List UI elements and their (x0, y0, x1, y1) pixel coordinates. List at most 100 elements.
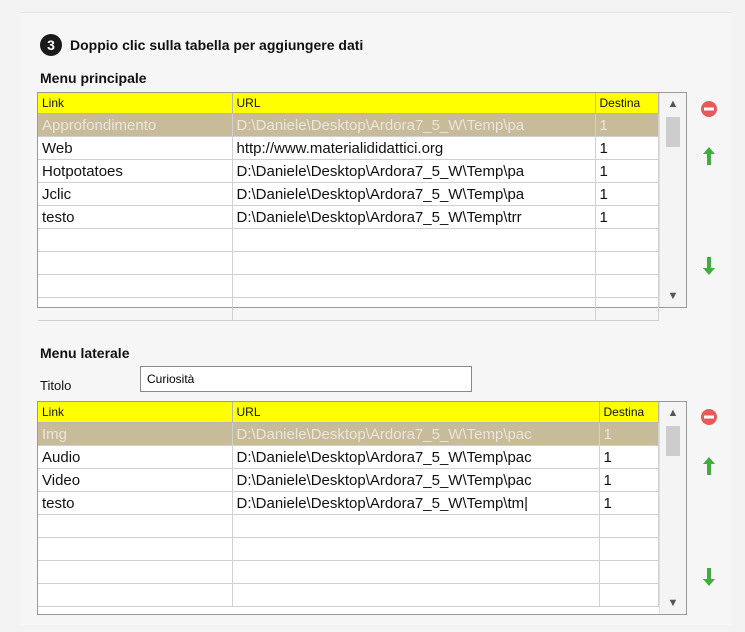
column-header-url[interactable]: URL (232, 402, 600, 423)
cell-url[interactable] (232, 297, 596, 321)
delete-row-button[interactable] (698, 406, 720, 428)
titolo-label: Titolo (40, 378, 72, 393)
cell-link[interactable]: Approfondimento (38, 113, 233, 137)
column-header-link[interactable]: Link (38, 93, 233, 114)
cell-link[interactable]: Hotpotatoes (38, 159, 233, 183)
cell-link[interactable]: Video (38, 468, 233, 492)
table-row[interactable]: Jclic D:\Daniele\Desktop\Ardora7_5_W\Temp… (38, 182, 659, 206)
cell-url[interactable] (232, 560, 600, 584)
arrow-down-icon (703, 257, 715, 275)
cell-destina[interactable]: 1 (599, 445, 659, 469)
cell-destina[interactable] (599, 537, 659, 561)
scroll-up-icon[interactable]: ▲ (660, 402, 686, 424)
table-row[interactable]: Video D:\Daniele\Desktop\Ardora7_5_W\Temp… (38, 468, 659, 492)
column-header-url[interactable]: URL (232, 93, 596, 114)
table-row[interactable]: Audio D:\Daniele\Desktop\Ardora7_5_W\Temp… (38, 445, 659, 469)
cell-destina[interactable] (595, 228, 659, 252)
step-header: 3 Doppio clic sulla tabella per aggiunge… (40, 34, 363, 56)
cell-destina[interactable]: 1 (599, 468, 659, 492)
move-up-button[interactable] (698, 145, 720, 167)
cell-url[interactable]: D:\Daniele\Desktop\Ardora7_5_W\Temp\pac (232, 422, 600, 446)
table-row[interactable]: Img D:\Daniele\Desktop\Ardora7_5_W\Temp\p… (38, 422, 659, 446)
cell-destina[interactable] (595, 297, 659, 321)
cell-destina[interactable]: 1 (595, 205, 659, 229)
menu-laterale-grid[interactable]: Link URL Destina Img D:\Daniele\Desktop\A… (37, 401, 687, 615)
cell-destina[interactable]: 1 (595, 113, 659, 137)
cell-destina[interactable] (599, 514, 659, 538)
cell-url[interactable]: D:\Daniele\Desktop\Ardora7_5_W\Temp\pa (232, 113, 596, 137)
cell-link[interactable] (38, 560, 233, 584)
vertical-scrollbar[interactable]: ▲ ▼ (659, 402, 686, 614)
titolo-input[interactable]: Curiosità (140, 366, 472, 392)
table-row[interactable]: testo D:\Daniele\Desktop\Ardora7_5_W\Temp… (38, 491, 659, 515)
table-row[interactable]: Web http://www.materialididattici.org 1 (38, 136, 659, 160)
cell-link[interactable]: Audio (38, 445, 233, 469)
step-instruction: Doppio clic sulla tabella per aggiungere… (70, 37, 364, 53)
column-header-destina[interactable]: Destina (595, 93, 659, 114)
cell-url[interactable] (232, 583, 600, 607)
cell-destina[interactable]: 1 (599, 422, 659, 446)
table-row[interactable]: Hotpotatoes D:\Daniele\Desktop\Ardora7_5_… (38, 159, 659, 183)
cell-link[interactable] (38, 228, 233, 252)
cell-link[interactable] (38, 251, 233, 275)
menu-laterale-table[interactable]: Link URL Destina Img D:\Daniele\Desktop\A… (38, 402, 659, 607)
delete-icon (701, 101, 717, 117)
scroll-down-icon[interactable]: ▼ (660, 592, 686, 614)
table-row[interactable] (38, 251, 659, 275)
column-header-link[interactable]: Link (38, 402, 233, 423)
cell-link[interactable]: testo (38, 205, 233, 229)
table-row[interactable]: Approfondimento D:\Daniele\Desktop\Ardora… (38, 113, 659, 137)
vertical-scrollbar[interactable]: ▲ ▼ (659, 93, 686, 307)
scroll-thumb[interactable] (666, 426, 680, 456)
scroll-down-icon[interactable]: ▼ (660, 285, 686, 307)
cell-link[interactable] (38, 297, 233, 321)
table-row[interactable] (38, 274, 659, 298)
cell-url[interactable]: http://www.materialididattici.org (232, 136, 596, 160)
cell-url[interactable] (232, 251, 596, 275)
cell-url[interactable] (232, 228, 596, 252)
cell-url[interactable]: D:\Daniele\Desktop\Ardora7_5_W\Temp\pac (232, 468, 600, 492)
cell-link[interactable] (38, 514, 233, 538)
cell-url[interactable] (232, 537, 600, 561)
menu-principale-grid[interactable]: Link URL Destina Approfondimento D:\Danie… (37, 92, 687, 321)
cell-url[interactable] (232, 514, 600, 538)
table-row[interactable] (38, 297, 659, 321)
table-row[interactable]: testo D:\Daniele\Desktop\Ardora7_5_W\Temp… (38, 205, 659, 229)
cell-destina[interactable]: 1 (599, 491, 659, 515)
cell-url[interactable]: D:\Daniele\Desktop\Ardora7_5_W\Temp\pac (232, 445, 600, 469)
table-row[interactable] (38, 560, 659, 584)
menu-laterale-title: Menu laterale (40, 345, 130, 361)
cell-url[interactable]: D:\Daniele\Desktop\Ardora7_5_W\Temp\trr (232, 205, 596, 229)
cell-link[interactable] (38, 583, 233, 607)
cell-url[interactable]: D:\Daniele\Desktop\Ardora7_5_W\Temp\pa (232, 159, 596, 183)
table-row[interactable] (38, 537, 659, 561)
cell-url[interactable]: D:\Daniele\Desktop\Ardora7_5_W\Temp\tm| (232, 491, 600, 515)
cell-url[interactable]: D:\Daniele\Desktop\Ardora7_5_W\Temp\pa (232, 182, 596, 206)
cell-destina[interactable]: 1 (595, 159, 659, 183)
column-header-destina[interactable]: Destina (599, 402, 659, 423)
table-row[interactable] (38, 514, 659, 538)
cell-link[interactable]: testo (38, 491, 233, 515)
move-down-button[interactable] (698, 566, 720, 588)
cell-destina[interactable] (595, 274, 659, 298)
table-row[interactable] (38, 583, 659, 607)
cell-destina[interactable] (599, 583, 659, 607)
cell-link[interactable]: Jclic (38, 182, 233, 206)
menu-principale-title: Menu principale (40, 70, 147, 86)
cell-link[interactable] (38, 537, 233, 561)
cell-destina[interactable]: 1 (595, 182, 659, 206)
cell-link[interactable] (38, 274, 233, 298)
cell-link[interactable]: Img (38, 422, 233, 446)
cell-url[interactable] (232, 274, 596, 298)
move-down-button[interactable] (698, 255, 720, 277)
menu-principale-table[interactable]: Link URL Destina Approfondimento D:\Danie… (38, 93, 659, 321)
table-row[interactable] (38, 228, 659, 252)
cell-link[interactable]: Web (38, 136, 233, 160)
cell-destina[interactable] (595, 251, 659, 275)
scroll-thumb[interactable] (666, 117, 680, 147)
scroll-up-icon[interactable]: ▲ (660, 93, 686, 115)
move-up-button[interactable] (698, 455, 720, 477)
cell-destina[interactable]: 1 (595, 136, 659, 160)
delete-row-button[interactable] (698, 98, 720, 120)
cell-destina[interactable] (599, 560, 659, 584)
